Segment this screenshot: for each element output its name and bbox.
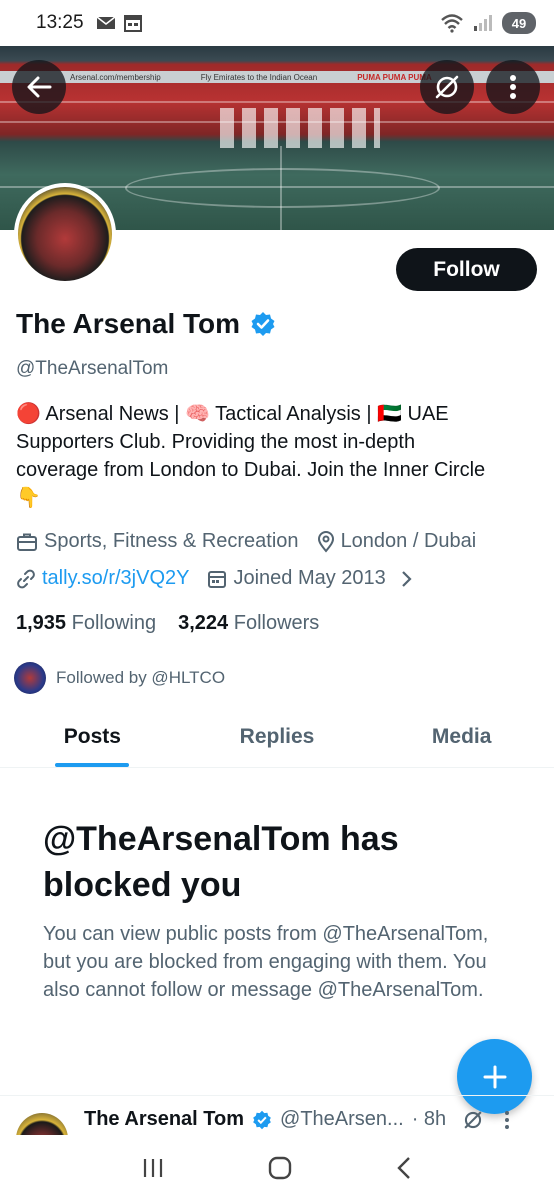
follow-button[interactable]: Follow: [396, 248, 537, 291]
system-navigation-bar: [0, 1135, 554, 1200]
follower-avatar: [14, 662, 46, 694]
follow-counts: 1,935 Following 3,224 Followers: [16, 612, 319, 635]
tab-posts[interactable]: Posts: [0, 712, 185, 767]
battery-indicator: 49: [502, 12, 536, 34]
profile-avatar[interactable]: [14, 183, 116, 285]
profile-bio: 🔴 Arsenal News | 🧠 Tactical Analysis | 🇦…: [16, 400, 536, 512]
tab-media[interactable]: Media: [369, 712, 554, 767]
bio-line: 🔴 Arsenal News | 🧠 Tactical Analysis | 🇦…: [16, 403, 449, 425]
verified-badge-icon: [253, 1110, 271, 1129]
profile-name: The Arsenal Tom: [16, 308, 241, 339]
avatar-image: [18, 187, 112, 281]
back-button[interactable]: [12, 60, 66, 114]
status-time: 13:25: [36, 12, 84, 33]
status-bar: 13:25 49: [0, 0, 554, 46]
bio-line: Supporters Club. Providing the most in-d…: [16, 431, 416, 453]
banner-text-membership: Arsenal.com/membership: [70, 72, 161, 82]
link-text[interactable]: tally.so/r/3jVQ2Y: [42, 567, 189, 590]
briefcase-icon: [17, 533, 37, 551]
banner-seat-row: [0, 101, 554, 103]
verified-badge-icon[interactable]: [250, 311, 276, 337]
profile-name-row: The Arsenal Tom: [16, 308, 276, 340]
status-notification-icons: [96, 14, 142, 32]
profile-tabs: Posts Replies Media: [0, 712, 554, 768]
banner-text-emirates: Fly Emirates to the Indian Ocean: [200, 72, 318, 82]
banner-center-circle: [125, 168, 440, 208]
banner-seat-lettering: [220, 108, 380, 148]
post-author-name: The Arsenal Tom: [84, 1108, 245, 1130]
blocked-description: You can view public posts from @TheArsen…: [43, 923, 489, 1001]
following-label: Following: [71, 612, 157, 634]
joined-text: Joined May 2013: [233, 567, 386, 589]
divider: [0, 1095, 554, 1096]
home-icon[interactable]: [267, 1155, 293, 1181]
calendar-icon: [123, 15, 142, 32]
profile-link[interactable]: tally.so/r/3jVQ2Y: [16, 567, 189, 590]
signal-icon: [474, 15, 492, 31]
post-header[interactable]: The Arsenal Tom @TheArsen... · 8h: [16, 1108, 546, 1165]
status-system-icons: 49: [440, 12, 536, 34]
post-author-handle: @TheArsen...: [280, 1108, 404, 1130]
calendar-icon: [208, 570, 227, 588]
more-options-button[interactable]: [486, 60, 540, 114]
recent-apps-icon[interactable]: [141, 1157, 165, 1179]
followers-label: Followers: [233, 612, 320, 634]
arrow-left-icon: [27, 76, 52, 98]
category-text: Sports, Fitness & Recreation: [44, 530, 299, 552]
plus-icon: [483, 1065, 506, 1088]
followers-count: 3,224: [178, 612, 229, 634]
more-vertical-icon[interactable]: [504, 1110, 510, 1130]
grok-icon: [435, 75, 459, 99]
location-pin-icon: [317, 530, 334, 553]
more-vertical-icon: [510, 75, 516, 99]
profile-joined[interactable]: Joined May 2013: [207, 567, 412, 590]
compose-post-button[interactable]: [457, 1039, 532, 1114]
profile-meta-row: Sports, Fitness & Recreation London / Du…: [16, 530, 494, 553]
profile-location: London / Dubai: [317, 530, 477, 553]
post-time: · 8h: [411, 1108, 447, 1130]
following-count: 1,935: [16, 612, 67, 634]
followers-count-link[interactable]: 3,224 Followers: [178, 612, 319, 635]
grok-button[interactable]: [420, 60, 474, 114]
following-count-link[interactable]: 1,935 Following: [16, 612, 156, 635]
wifi-icon: [441, 14, 463, 33]
link-icon: [17, 569, 35, 588]
profile-category: Sports, Fitness & Recreation: [16, 530, 299, 553]
mail-icon: [96, 16, 116, 29]
grok-icon[interactable]: [462, 1109, 484, 1131]
profile-handle: @TheArsenalTom: [16, 358, 169, 379]
blocked-title: @TheArsenalTom has blocked you: [43, 820, 399, 904]
followed-by-text: Followed by @HLTCO: [56, 668, 226, 687]
bio-line: coverage from London to Dubai. Join the …: [16, 459, 486, 481]
bio-line: 👇: [16, 487, 41, 509]
profile-meta-row: tally.so/r/3jVQ2Y Joined May 2013: [16, 567, 430, 590]
location-text: London / Dubai: [340, 530, 477, 552]
back-nav-icon[interactable]: [395, 1156, 413, 1180]
chevron-right-icon: [402, 570, 412, 587]
tab-replies[interactable]: Replies: [185, 712, 370, 767]
followed-by-row[interactable]: Followed by @HLTCO: [14, 662, 225, 694]
